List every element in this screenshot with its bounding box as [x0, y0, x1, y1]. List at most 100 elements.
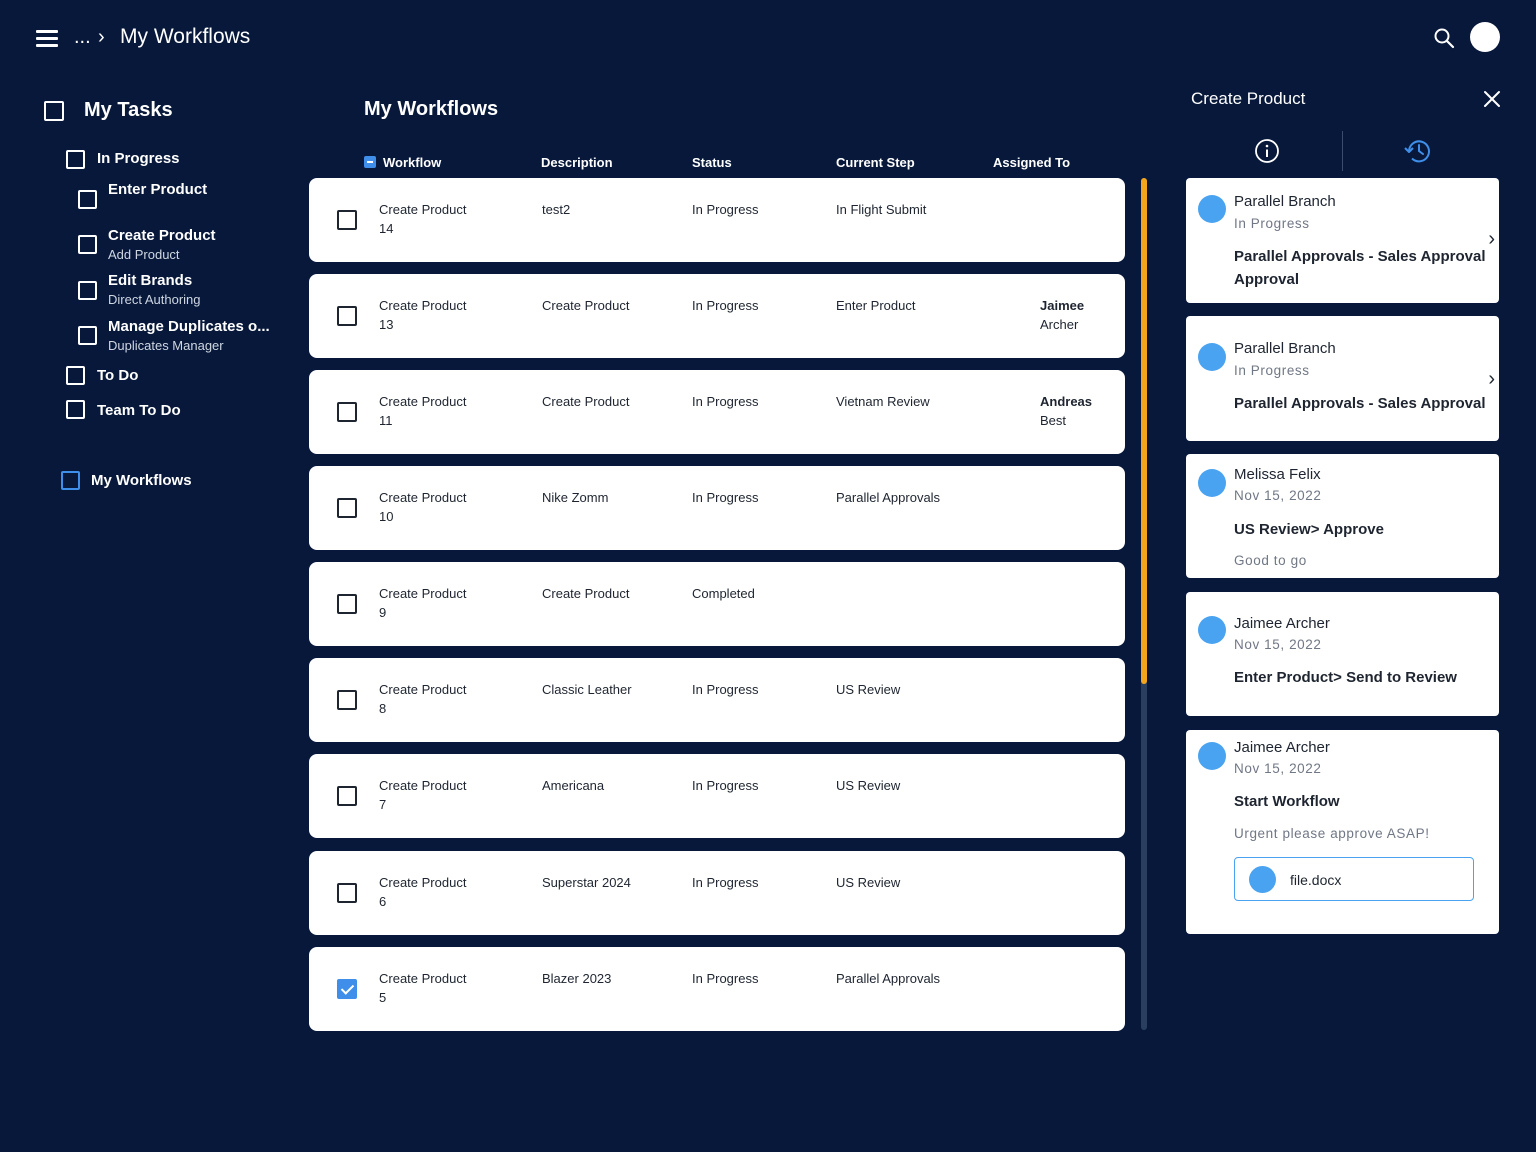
cell-workflow: Create Product 14 [379, 202, 467, 236]
breadcrumb-separator: › [98, 26, 105, 48]
cell-current-step: US Review [836, 875, 901, 890]
row-checkbox[interactable] [337, 594, 357, 614]
sidebar-item-create-product[interactable]: Create Product [108, 227, 216, 244]
menu-icon[interactable] [36, 30, 58, 47]
column-header-description[interactable]: Description [541, 155, 613, 170]
sidebar-item-manage-duplicates-sub: Duplicates Manager [108, 338, 224, 353]
cell-assignee-first: Jaimee [1040, 298, 1085, 313]
cell-workflow-number: 10 [379, 509, 394, 524]
cell-description: Americana [542, 778, 605, 793]
cell-current-step: Parallel Approvals [836, 971, 941, 986]
sidebar-item-my-workflows[interactable]: My Workflows [91, 472, 192, 489]
history-card[interactable]: Parallel Branch In Progress Parallel App… [1186, 316, 1499, 441]
close-icon[interactable] [1482, 89, 1502, 109]
avatar [1198, 195, 1226, 223]
table-row[interactable]: Create Product 14 test2 In Progress In Fligh… [309, 178, 1125, 262]
cell-status: Completed [692, 586, 755, 601]
column-header-current-step[interactable]: Current Step [836, 155, 915, 170]
search-icon[interactable] [1432, 26, 1456, 50]
row-checkbox[interactable] [337, 210, 357, 230]
cell-workflow: Create Product 9 [379, 586, 467, 620]
user-avatar[interactable] [1470, 22, 1500, 52]
create-product-checkbox[interactable] [78, 235, 97, 254]
team-to-do-checkbox[interactable] [66, 400, 85, 419]
cell-current-step: US Review [836, 682, 901, 697]
cell-workflow-number: 8 [379, 701, 387, 716]
sidebar-item-edit-brands[interactable]: Edit Brands [108, 272, 192, 289]
chevron-right-icon[interactable]: › [1488, 228, 1495, 251]
my-workflows-checkbox[interactable] [61, 471, 80, 490]
table-row[interactable]: Create Product 10 Nike Zomm In Progress Para… [309, 466, 1125, 550]
cell-workflow-number: 14 [379, 221, 394, 236]
table-row[interactable]: Create Product 8 Classic Leather In Progres… [309, 658, 1125, 742]
sidebar-item-manage-duplicates[interactable]: Manage Duplicates o... [108, 318, 270, 335]
sidebar-item-in-progress[interactable]: In Progress [97, 150, 180, 167]
cell-current-step: Enter Product [836, 298, 916, 313]
breadcrumb-ellipsis[interactable]: ... [74, 26, 91, 49]
my-tasks-heading[interactable]: My Tasks [84, 99, 173, 122]
table-row[interactable]: Create Product 7 Americana In Progress US Re… [309, 754, 1125, 838]
row-checkbox[interactable] [337, 402, 357, 422]
file-icon [1249, 866, 1276, 893]
cell-workflow: Create Product 10 [379, 490, 467, 524]
column-header-workflow[interactable]: Workflow [383, 155, 441, 170]
sidebar-item-edit-brands-sub: Direct Authoring [108, 292, 201, 307]
row-checkbox[interactable] [337, 690, 357, 710]
enter-product-checkbox[interactable] [78, 190, 97, 209]
attachment-chip[interactable]: file.docx [1234, 857, 1474, 901]
cell-status: In Progress [692, 971, 759, 986]
history-card[interactable]: Jaimee Archer Nov 15, 2022 Enter Product… [1186, 592, 1499, 716]
row-checkbox[interactable] [337, 883, 357, 903]
history-card-action: Parallel Approvals - Sales Approval Appr… [1234, 248, 1486, 288]
breadcrumb-current: My Workflows [120, 25, 251, 48]
history-card-action: Enter Product> Send to Review [1234, 669, 1457, 686]
history-card[interactable]: Melissa Felix Nov 15, 2022 US Review> Ap… [1186, 454, 1499, 578]
column-header-assigned-to[interactable]: Assigned To [993, 155, 1070, 170]
table-row[interactable]: Create Product 13 Create Product In Progres… [309, 274, 1125, 358]
cell-status: In Progress [692, 490, 759, 505]
cell-status: In Progress [692, 298, 759, 313]
row-checkbox[interactable] [337, 979, 357, 999]
sidebar-item-to-do[interactable]: To Do [97, 367, 138, 384]
sidebar-item-create-product-sub: Add Product [108, 247, 180, 262]
table-row[interactable]: Create Product 9 Create Product Completed [309, 562, 1125, 646]
table-row[interactable]: Create Product 6 Superstar 2024 In Progress… [309, 851, 1125, 935]
cell-assignee-last: Best [1040, 413, 1067, 428]
column-header-status[interactable]: Status [692, 155, 732, 170]
cell-status: In Progress [692, 778, 759, 793]
history-card-name: Jaimee Archer [1234, 615, 1330, 632]
row-checkbox[interactable] [337, 498, 357, 518]
manage-duplicates-checkbox[interactable] [78, 326, 97, 345]
history-icon[interactable] [1402, 137, 1432, 165]
history-card[interactable]: Parallel Branch In Progress Parallel App… [1186, 178, 1499, 303]
attachment-filename: file.docx [1290, 872, 1342, 888]
scrollbar-thumb[interactable] [1141, 178, 1147, 684]
cell-workflow: Create Product 11 [379, 394, 467, 428]
cell-workflow: Create Product 5 [379, 971, 467, 1005]
sidebar-item-team-to-do[interactable]: Team To Do [97, 402, 181, 419]
cell-assignee-last: Archer [1040, 317, 1079, 332]
page-title: My Workflows [364, 98, 499, 120]
cell-current-step: Vietnam Review [836, 394, 930, 409]
select-all-checkbox[interactable] [364, 156, 376, 168]
history-card-name: Jaimee Archer [1234, 739, 1330, 756]
history-card[interactable]: Jaimee Archer Nov 15, 2022 Start Workflo… [1186, 730, 1499, 934]
chevron-right-icon[interactable]: › [1488, 368, 1495, 391]
history-card-meta: Nov 15, 2022 [1234, 488, 1322, 503]
edit-brands-checkbox[interactable] [78, 281, 97, 300]
table-row[interactable]: Create Product 5 Blazer 2023 In Progress Par… [309, 947, 1125, 1031]
row-checkbox[interactable] [337, 786, 357, 806]
panel-tab-divider [1342, 131, 1343, 171]
history-card-comment: Good to go [1234, 553, 1307, 568]
row-checkbox[interactable] [337, 306, 357, 326]
cell-workflow-number: 11 [379, 413, 393, 428]
info-icon[interactable] [1254, 138, 1280, 164]
my-tasks-checkbox[interactable] [44, 101, 64, 121]
cell-description: Superstar 2024 [542, 875, 631, 890]
history-card-action: US Review> Approve [1234, 521, 1384, 538]
cell-workflow-number: 5 [379, 990, 387, 1005]
to-do-checkbox[interactable] [66, 366, 85, 385]
sidebar-item-enter-product[interactable]: Enter Product [108, 181, 207, 198]
in-progress-checkbox[interactable] [66, 150, 85, 169]
table-row[interactable]: Create Product 11 Create Product In Progres… [309, 370, 1125, 454]
